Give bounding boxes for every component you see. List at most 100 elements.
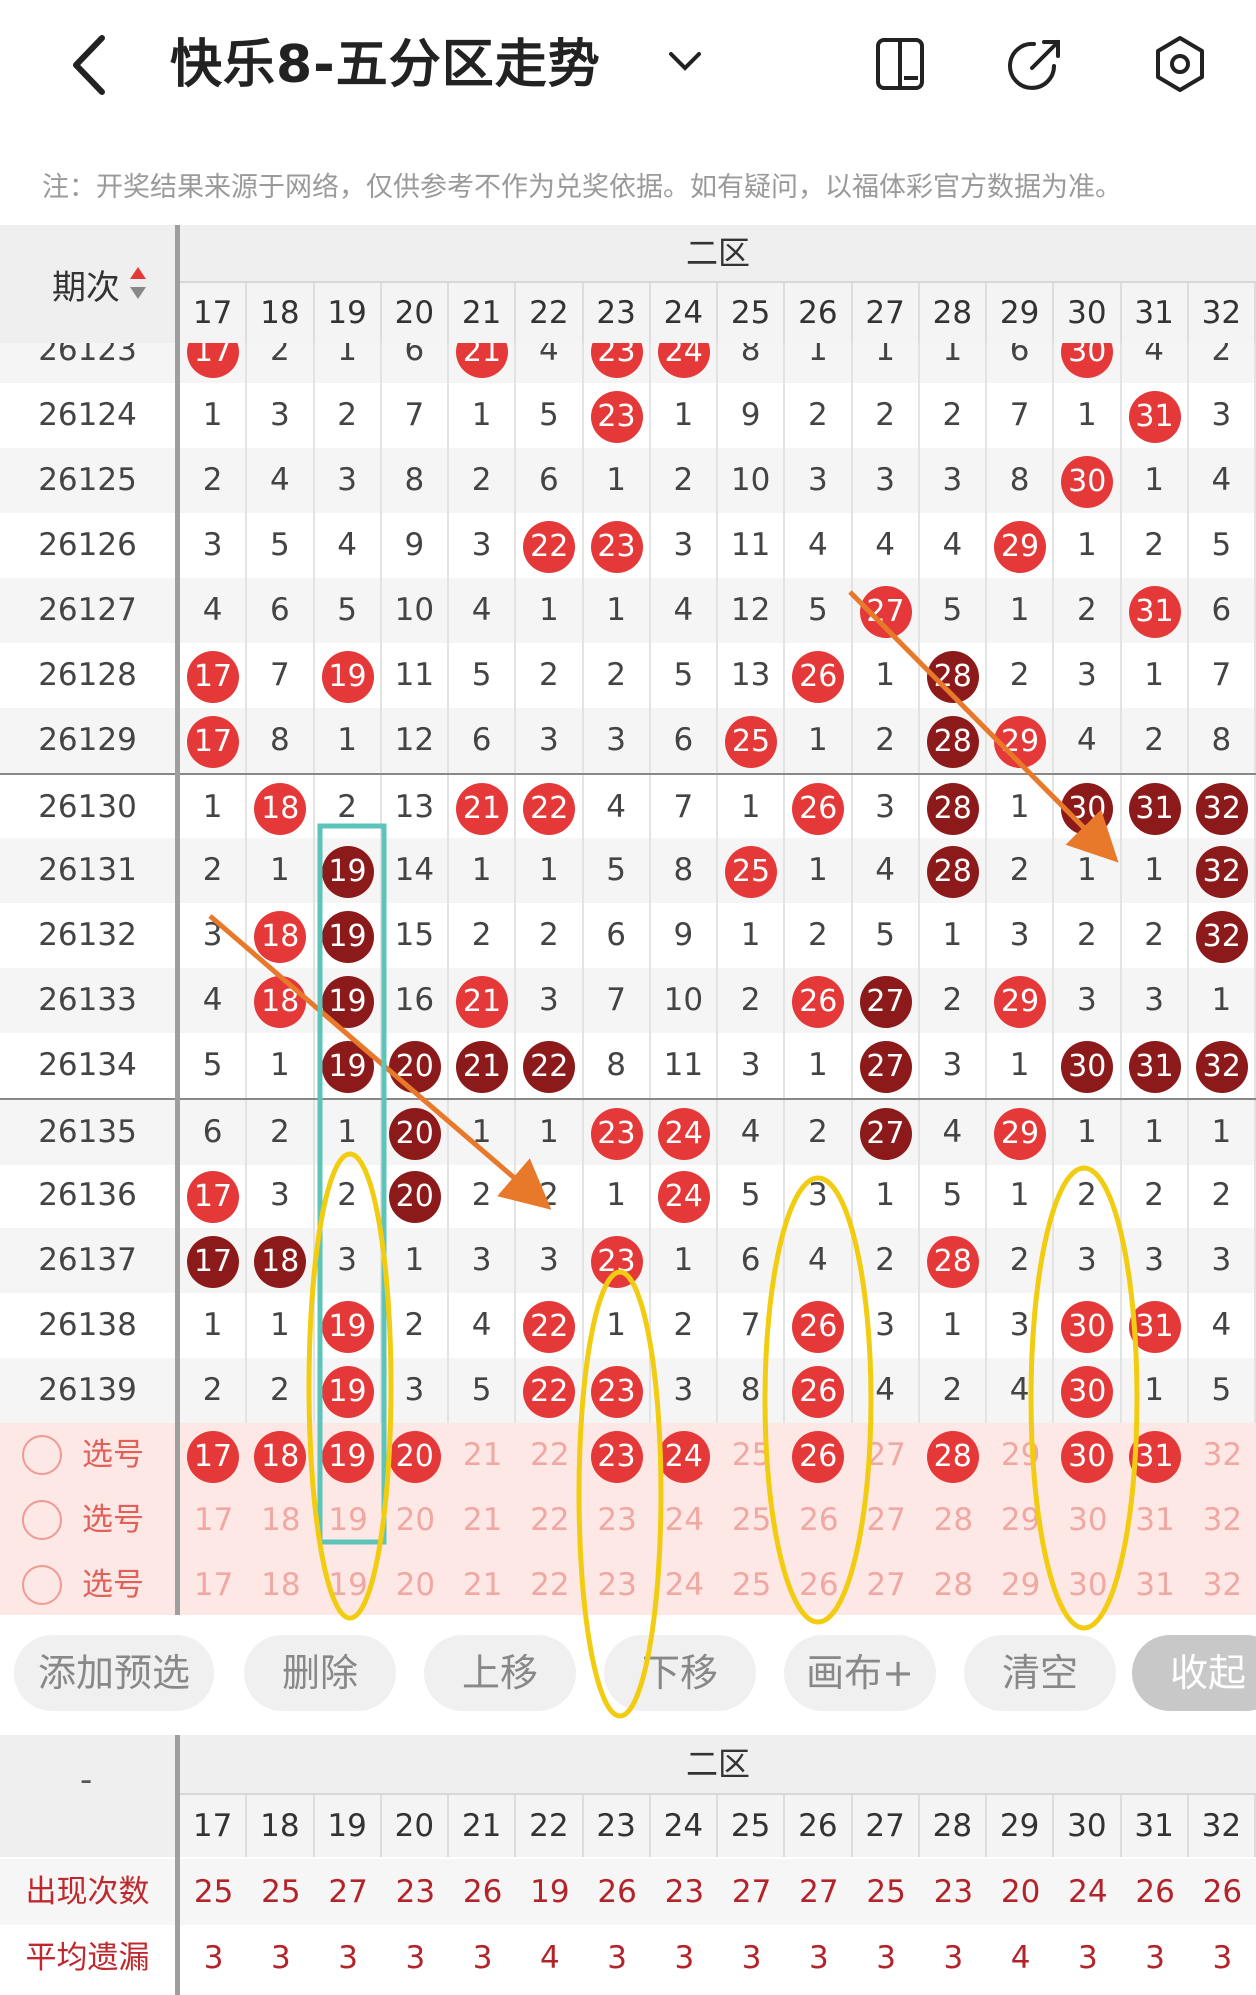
stats-value: 26 xyxy=(597,1874,637,1910)
select-cell[interactable]: 24 xyxy=(651,1488,718,1553)
number-ball[interactable]: 17 xyxy=(187,1431,239,1483)
action-button[interactable]: 下移 xyxy=(604,1635,756,1711)
number-cell: 2 xyxy=(1189,1163,1256,1228)
select-cell[interactable]: 19 xyxy=(315,1488,382,1553)
chevron-left-icon[interactable] xyxy=(62,30,122,100)
select-cell[interactable]: 25 xyxy=(718,1423,785,1488)
select-cell[interactable]: 24 xyxy=(651,1553,718,1615)
select-cell[interactable]: 25 xyxy=(718,1553,785,1615)
select-cell[interactable]: 23 xyxy=(584,1423,651,1488)
select-cell[interactable]: 19 xyxy=(315,1553,382,1615)
select-cell[interactable]: 23 xyxy=(584,1553,651,1615)
action-button[interactable]: 清空 xyxy=(964,1635,1116,1711)
select-cell[interactable]: 24 xyxy=(651,1423,718,1488)
select-cell[interactable]: 23 xyxy=(584,1488,651,1553)
select-cell[interactable]: 20 xyxy=(382,1488,449,1553)
number-cell: 9 xyxy=(651,903,718,968)
number-cell: 2 xyxy=(1122,1163,1189,1228)
select-cell[interactable]: 30 xyxy=(1054,1488,1121,1553)
action-button[interactable]: 画布+ xyxy=(784,1635,936,1711)
stats-value: 3 xyxy=(1078,1940,1098,1976)
number-ball[interactable]: 24 xyxy=(657,1431,710,1483)
number-cell: 2 xyxy=(1054,1163,1122,1228)
sort-icon[interactable] xyxy=(128,265,148,301)
select-cell[interactable]: 31 xyxy=(1122,1488,1189,1553)
select-cell[interactable]: 28 xyxy=(920,1423,987,1488)
select-cell[interactable]: 29 xyxy=(987,1423,1054,1488)
select-cell[interactable]: 30 xyxy=(1054,1553,1121,1615)
select-cell[interactable]: 28 xyxy=(920,1553,987,1615)
number-ball[interactable]: 20 xyxy=(388,1431,441,1483)
select-cell[interactable]: 30 xyxy=(1054,1423,1121,1488)
select-cell[interactable]: 26 xyxy=(785,1423,852,1488)
action-button[interactable]: 上移 xyxy=(424,1635,576,1711)
number-cell: 7 xyxy=(987,383,1055,448)
select-cell[interactable]: 18 xyxy=(247,1423,314,1488)
number-cell: 10 xyxy=(651,968,718,1033)
select-cell[interactable]: 20 xyxy=(382,1423,449,1488)
number-ball[interactable]: 26 xyxy=(792,1431,845,1483)
select-radio[interactable] xyxy=(22,1565,62,1605)
stats-row: 平均遗漏 3 3 3 3 3 4 3 3 3 3 3 3 4 3 3 3 xyxy=(0,1925,1256,1991)
select-cell[interactable]: 31 xyxy=(1122,1553,1189,1615)
page-title[interactable]: 快乐8-五分区走势 xyxy=(170,30,601,100)
number-ball[interactable]: 28 xyxy=(926,1431,979,1483)
share-icon[interactable] xyxy=(1004,32,1068,96)
select-cell[interactable]: 25 xyxy=(718,1488,785,1553)
select-cell[interactable]: 21 xyxy=(449,1488,516,1553)
select-cell[interactable]: 27 xyxy=(853,1553,920,1615)
action-button[interactable]: 添加预选 xyxy=(14,1635,214,1711)
number-ball: 20 xyxy=(388,1108,441,1160)
select-cell[interactable]: 21 xyxy=(449,1423,516,1488)
period-header[interactable]: 期次 xyxy=(0,225,175,343)
select-cell[interactable]: 32 xyxy=(1189,1553,1256,1615)
select-cell[interactable]: 20 xyxy=(382,1553,449,1615)
select-cell[interactable]: 31 xyxy=(1122,1423,1189,1488)
select-cell[interactable]: 28 xyxy=(920,1488,987,1553)
number-ball[interactable]: 18 xyxy=(254,1431,307,1483)
number-cell: 2 xyxy=(651,1293,718,1358)
select-cell[interactable]: 17 xyxy=(180,1488,247,1553)
select-radio[interactable] xyxy=(22,1435,62,1475)
number-cell: 31 xyxy=(1122,578,1189,643)
select-row: 选号 17 18 19 20 21 22 23 24 25 26 27 28 29 30 31 32 xyxy=(0,1423,1256,1488)
select-cell[interactable]: 22 xyxy=(516,1488,583,1553)
number-ball[interactable]: 19 xyxy=(321,1431,374,1483)
stats-column-header: 19 xyxy=(314,1795,382,1857)
select-cell[interactable]: 17 xyxy=(180,1423,247,1488)
number-cell: 3 xyxy=(1122,1228,1189,1293)
select-cell[interactable]: 22 xyxy=(516,1423,583,1488)
number-cell: 3 xyxy=(315,1228,382,1293)
number-cell: 27 xyxy=(853,1033,920,1098)
select-cell[interactable]: 17 xyxy=(180,1553,247,1615)
number-cell: 3 xyxy=(1122,968,1189,1033)
number-cell: 4 xyxy=(315,513,382,578)
select-cell[interactable]: 29 xyxy=(987,1488,1054,1553)
phone-layout-icon[interactable] xyxy=(868,32,932,96)
column-header: 24 xyxy=(650,283,718,343)
select-cell[interactable]: 27 xyxy=(853,1488,920,1553)
number-cell: 22 xyxy=(516,1033,584,1098)
select-cell[interactable]: 29 xyxy=(987,1553,1054,1615)
settings-icon[interactable] xyxy=(1148,32,1212,96)
chevron-down-icon[interactable] xyxy=(663,40,707,84)
select-cell[interactable]: 18 xyxy=(247,1553,314,1615)
select-cell[interactable]: 26 xyxy=(785,1553,852,1615)
select-cell[interactable]: 32 xyxy=(1189,1488,1256,1553)
number-cell: 1 xyxy=(853,643,920,708)
action-button[interactable]: 删除 xyxy=(244,1635,396,1711)
number-cell: 9 xyxy=(382,513,449,578)
select-cell[interactable]: 27 xyxy=(853,1423,920,1488)
select-cell[interactable]: 19 xyxy=(315,1423,382,1488)
select-radio[interactable] xyxy=(22,1500,62,1540)
number-ball[interactable]: 30 xyxy=(1061,1431,1114,1483)
select-cell[interactable]: 26 xyxy=(785,1488,852,1553)
action-button[interactable]: 收起 xyxy=(1132,1635,1256,1711)
number-ball[interactable]: 23 xyxy=(590,1431,643,1483)
select-cell[interactable]: 22 xyxy=(516,1553,583,1615)
select-cell[interactable]: 21 xyxy=(449,1553,516,1615)
number-ball[interactable]: 31 xyxy=(1128,1431,1181,1483)
number-cell: 1 xyxy=(651,383,718,448)
select-cell[interactable]: 18 xyxy=(247,1488,314,1553)
select-cell[interactable]: 32 xyxy=(1189,1423,1256,1488)
